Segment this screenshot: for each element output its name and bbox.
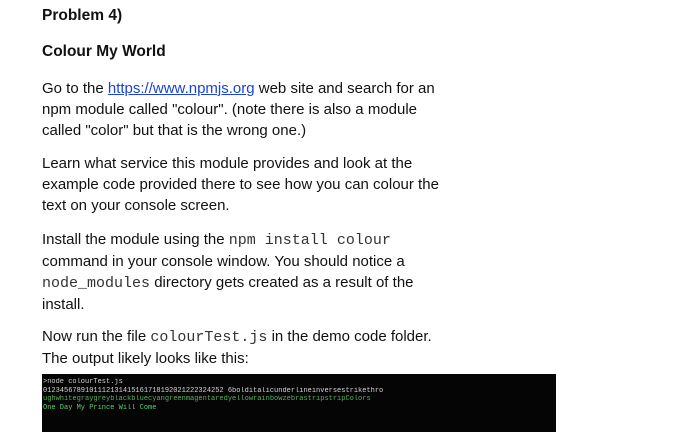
colourtest-filename: colourTest.js	[150, 329, 268, 346]
paragraph-line: node_modules directory gets created as a…	[42, 272, 522, 294]
console-words-line: ughwhitegraygreyblackbluecyangreenmagent…	[43, 395, 371, 404]
paragraph-line: text on your console screen.	[42, 197, 230, 214]
text-span: Now run the file	[42, 328, 151, 345]
text-span: in the demo code folder.	[267, 328, 432, 345]
console-prompt-line: >node colourTest.js	[43, 378, 123, 386]
section-title: Colour My World	[42, 43, 166, 60]
paragraph-line: install.	[42, 296, 85, 313]
paragraph-line: npm module called "colour". (note there …	[42, 101, 418, 118]
node-modules-code: node_modules	[42, 275, 151, 292]
paragraph-line: example code provided there to see how y…	[42, 176, 439, 193]
paragraph-line: Go to the https://www.npmjs.org web site…	[42, 78, 522, 99]
npm-install-command: npm install colour	[228, 232, 391, 249]
text-span: Install the module using the	[42, 231, 229, 248]
paragraph-npmjs: Go to the https://www.npmjs.org web site…	[42, 78, 522, 141]
problem-heading: Problem 4)	[42, 7, 123, 24]
paragraph-line: Now run the file colourTest.js in the de…	[42, 326, 522, 348]
paragraph-line: The output likely looks like this:	[42, 350, 249, 367]
console-output-image: >node colourTest.js 01234567891011121314…	[42, 374, 556, 432]
console-numbers-line: 0123456789101112131415161718192021222324…	[43, 386, 384, 395]
console-last-line: One Day My Prince Will Come	[43, 403, 157, 412]
paragraph-line: Learn what service this module provides …	[42, 155, 413, 172]
paragraph-line: command in your console window. You shou…	[42, 253, 405, 270]
npmjs-link[interactable]: https://www.npmjs.org	[108, 80, 255, 97]
paragraph-run-file: Now run the file colourTest.js in the de…	[42, 326, 522, 369]
paragraph-install: Install the module using the npm install…	[42, 229, 522, 315]
paragraph-line: called "color" but that is the wrong one…	[42, 122, 307, 139]
paragraph-learn-service: Learn what service this module provides …	[42, 153, 522, 216]
paragraph-line: Install the module using the npm install…	[42, 229, 522, 251]
text-span: Go to the	[42, 80, 108, 97]
text-span: directory gets created as a result of th…	[150, 274, 414, 291]
text-span: web site and search for an	[254, 80, 435, 97]
